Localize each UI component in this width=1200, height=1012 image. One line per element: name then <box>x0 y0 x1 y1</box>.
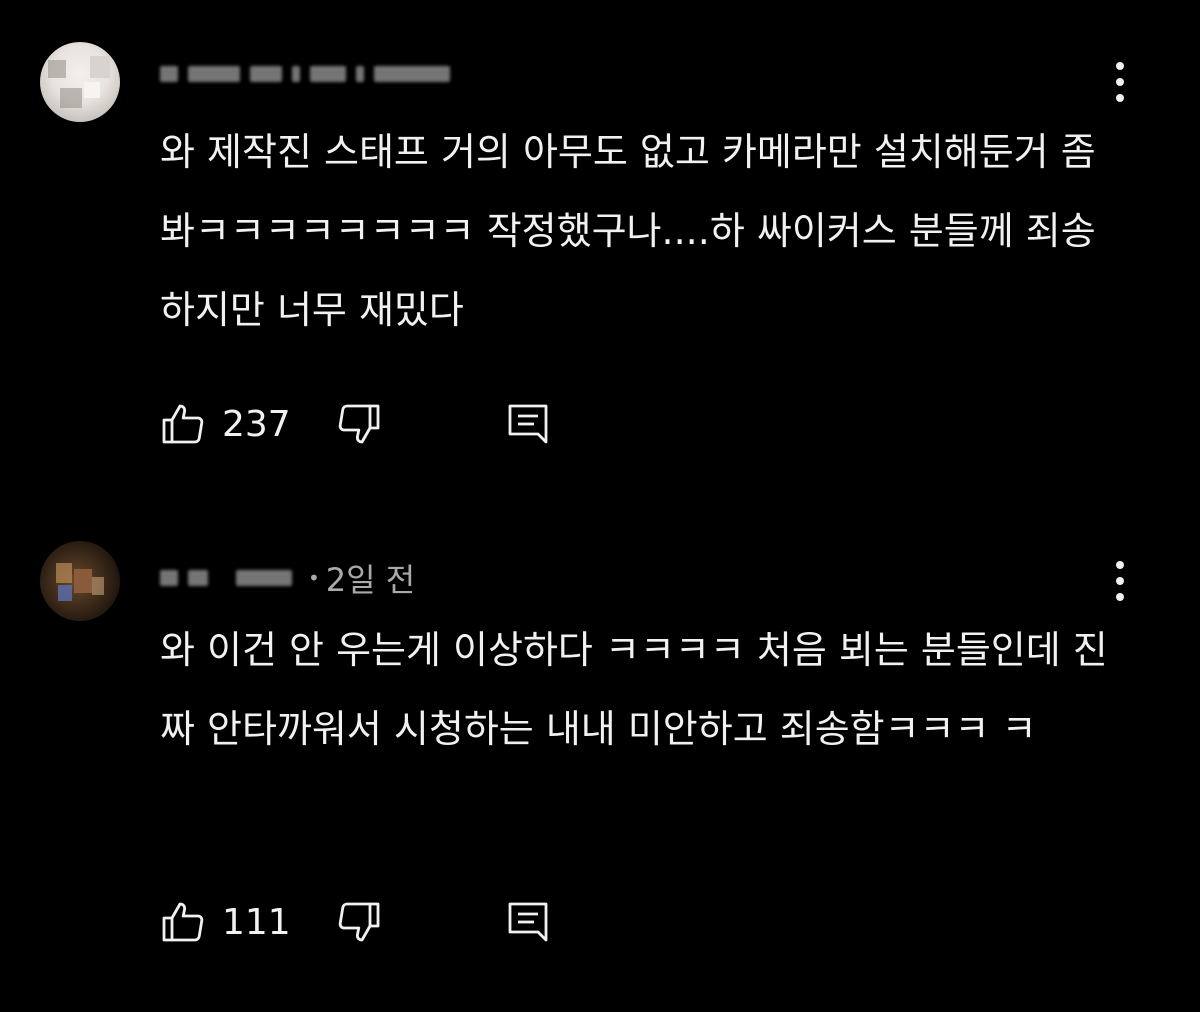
reply-icon <box>508 902 548 942</box>
thumbs-down-icon <box>338 902 380 942</box>
like-button[interactable] <box>160 898 208 946</box>
comment-actions: 111 <box>160 897 552 947</box>
like-count: 111 <box>222 901 291 943</box>
comment-meta <box>160 56 460 92</box>
more-vertical-icon <box>1116 561 1124 601</box>
avatar[interactable] <box>40 541 120 621</box>
comment-text: 와 제작진 스태프 거의 아무도 없고 카메라만 설치해둔거 좀 봐ㅋㅋㅋㅋㅋㅋ… <box>160 130 1096 332</box>
comment-text: 와 이건 안 우는게 이상하다 ㅋㅋㅋㅋ 처음 뵈는 분들인데 진짜 안타까워서… <box>160 628 1108 751</box>
more-options-button[interactable] <box>1100 52 1140 112</box>
reply-button[interactable] <box>504 898 552 946</box>
thumbs-down-icon <box>338 404 380 444</box>
reply-button[interactable] <box>504 400 552 448</box>
author-name-redacted[interactable] <box>160 66 460 82</box>
comment-item: • 2일 전 와 이건 안 우는게 이상하다 ㅋㅋㅋㅋ 처음 뵈는 분들인데 진… <box>0 500 1200 1012</box>
thumbs-up-icon <box>162 404 204 444</box>
dislike-button[interactable] <box>334 898 382 946</box>
more-options-button[interactable] <box>1100 551 1140 611</box>
avatar[interactable] <box>40 42 120 122</box>
comment-item: 와 제작진 스태프 거의 아무도 없고 카메라만 설치해둔거 좀 봐ㅋㅋㅋㅋㅋㅋ… <box>0 0 1200 500</box>
like-button[interactable] <box>160 400 208 448</box>
comment-meta: • 2일 전 <box>160 560 415 599</box>
reply-icon <box>508 404 548 444</box>
more-vertical-icon <box>1116 62 1124 102</box>
separator-dot: • <box>308 566 320 590</box>
thumbs-up-icon <box>162 902 204 942</box>
dislike-button[interactable] <box>334 400 382 448</box>
like-count: 237 <box>222 403 291 445</box>
comment-actions: 237 <box>160 399 552 449</box>
author-name-redacted[interactable] <box>160 570 302 586</box>
comment-time[interactable]: 2일 전 <box>326 555 415 601</box>
